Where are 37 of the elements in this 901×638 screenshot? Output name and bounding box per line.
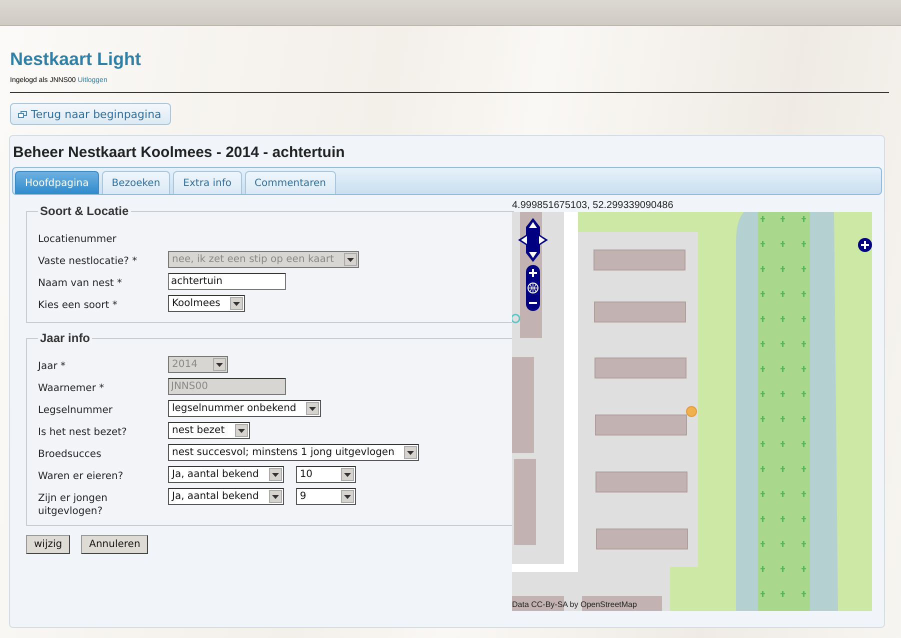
plus-icon[interactable] [858,238,872,252]
tab[interactable]: Extra info [173,171,242,194]
field-label: Naam van nest * [38,277,124,290]
section-legend: Jaar info [38,331,92,345]
zoom-control-icon[interactable] [526,265,540,311]
field-label: Zijn er jongen uitgevlogen? [38,492,108,518]
dropdown[interactable]: legselnummer onbekend [168,400,322,417]
window-icon [18,110,27,118]
attribution-text: Data CC-By-SA by OpenStreetMap [512,600,637,610]
field-label: Is het nest bezet? [38,426,128,439]
tab[interactable]: Commentaren [244,171,336,194]
field-label: Waren er eieren? [38,470,124,483]
coordinates-text: 4.999851675103, 52.299339090486 [512,200,674,212]
app-title: Nestkaart Light [10,48,142,70]
dropdown[interactable]: 10 [296,466,356,483]
tab[interactable]: Bezoeken [102,171,170,194]
dropdown[interactable]: Ja, aantal bekend [168,488,284,505]
dropdown[interactable]: Ja, aantal bekend [168,466,284,483]
dropdown[interactable]: nest bezet [168,422,250,439]
form-button[interactable]: Annuleren [81,535,148,554]
field-label: Broedsucces [38,448,102,461]
form-button[interactable]: wijzig [26,535,70,554]
circle-marker-icon [512,313,521,324]
dropdown[interactable]: nest succesvol; minstens 1 jong uitgevlogen [168,444,420,461]
section-legend: Soort & Locatie [38,204,131,218]
field-label: Legselnummer [38,404,114,417]
page-title: Beheer Nestkaart Koolmees - 2014 - achtertuin [12,143,346,163]
field-label: Jaar * [38,360,66,373]
field-label: Locatienummer [38,233,118,246]
field-label: Waarnemer * [38,382,106,395]
input-field[interactable]: achtertuin [168,273,286,290]
dropdown[interactable]: Koolmees [168,295,246,312]
field-label: Kies een soort * [38,299,118,312]
back-button[interactable]: Terug naar beginpagina [10,103,172,125]
pan-arrows-icon[interactable] [518,218,548,262]
field-label: Vaste nestlocatie? * [38,255,138,268]
dropdown[interactable]: 9 [296,488,356,505]
